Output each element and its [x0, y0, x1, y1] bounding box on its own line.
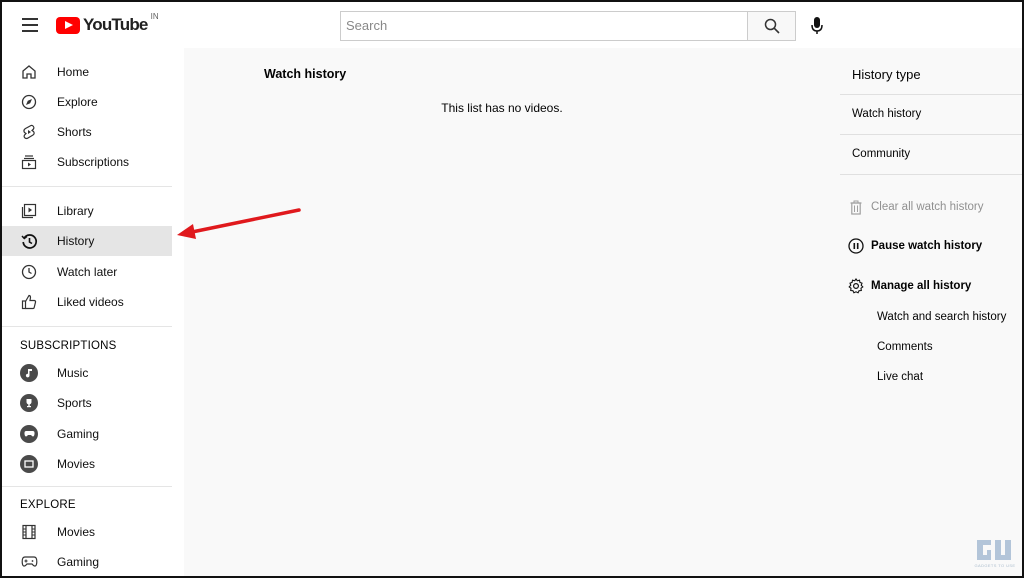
clock-icon	[20, 263, 38, 281]
manage-all-history-button[interactable]: Manage all history	[848, 278, 971, 294]
menu-button[interactable]	[14, 12, 46, 38]
watch-and-search-history-link[interactable]: Watch and search history	[877, 311, 1006, 323]
manage-label: Manage all history	[871, 280, 972, 292]
thumbs-up-icon	[20, 293, 38, 311]
sidebar-item-music[interactable]: Music	[0, 358, 172, 388]
sidebar-item-label: Subscriptions	[57, 155, 130, 169]
sidebar-divider	[0, 186, 172, 187]
search-input[interactable]: Search	[340, 11, 748, 41]
sidebar-item-label: Watch later	[57, 265, 118, 279]
pause-icon	[848, 238, 864, 254]
search-icon	[764, 18, 780, 34]
history-type-community[interactable]: Community	[852, 148, 910, 160]
sidebar-item-movies[interactable]: Movies	[0, 449, 172, 479]
subscriptions-section-title: SUBSCRIPTIONS	[20, 340, 117, 352]
logo-country-code: IN	[150, 11, 159, 21]
library-icon	[20, 202, 38, 220]
sidebar-item-subscriptions[interactable]: Subscriptions	[0, 147, 172, 177]
shorts-icon	[20, 123, 38, 141]
history-type-title: History type	[852, 67, 921, 82]
sidebar-item-explore-movies[interactable]: Movies	[0, 517, 172, 547]
trash-icon	[848, 199, 864, 215]
clear-all-label: Clear all watch history	[871, 201, 984, 213]
sidebar-item-history[interactable]: History	[0, 226, 172, 256]
youtube-play-icon	[56, 16, 80, 34]
sidebar-item-label: Sports	[57, 396, 92, 410]
gadgets-to-use-watermark: GADGETS TO USE	[973, 536, 1017, 572]
youtube-logo[interactable]: YouTube IN	[56, 11, 159, 35]
top-header: YouTube IN Search	[0, 0, 1024, 48]
main-content: Watch history This list has no videos.	[184, 48, 820, 578]
red-arrow-annotation	[177, 208, 301, 239]
sidebar-item-label: Liked videos	[57, 295, 124, 309]
pause-watch-history-button[interactable]: Pause watch history	[848, 238, 982, 254]
panel-divider	[840, 174, 1024, 175]
sidebar-item-label: Library	[57, 204, 94, 218]
sidebar-item-sports[interactable]: Sports	[0, 388, 172, 418]
film-strip-icon	[20, 523, 38, 541]
sidebar-item-shorts[interactable]: Shorts	[0, 117, 172, 147]
gear-icon	[848, 278, 864, 294]
microphone-icon	[811, 17, 823, 34]
sidebar-item-label: Explore	[57, 95, 98, 109]
pause-label: Pause watch history	[871, 240, 983, 252]
sidebar-item-watch-later[interactable]: Watch later	[0, 257, 172, 287]
movies-channel-avatar	[20, 455, 38, 473]
sidebar-item-label: Home	[57, 65, 90, 79]
gaming-channel-avatar	[20, 425, 38, 443]
music-note-icon	[20, 364, 38, 382]
home-icon	[20, 63, 38, 81]
explore-section-title: EXPLORE	[20, 499, 76, 511]
sidebar-item-explore-gaming[interactable]: Gaming	[0, 547, 172, 577]
menu-icon-bar	[22, 24, 38, 26]
panel-divider	[840, 94, 1024, 95]
sidebar-divider	[0, 486, 172, 487]
history-icon	[20, 232, 38, 250]
sidebar-divider	[0, 326, 172, 327]
logo-text: YouTube	[83, 15, 148, 34]
sidebar-item-label: Gaming	[57, 555, 100, 569]
sidebar-item-library[interactable]: Library	[0, 196, 172, 226]
trophy-icon	[20, 394, 38, 412]
watermark-logo	[977, 540, 1011, 560]
comments-link[interactable]: Comments	[877, 341, 933, 353]
sidebar-item-gaming[interactable]: Gaming	[0, 419, 172, 449]
menu-icon-bar	[22, 18, 38, 20]
history-type-watch-history[interactable]: Watch history	[852, 108, 921, 120]
watermark-text: GADGETS TO USE	[974, 563, 1016, 568]
page-title: Watch history	[264, 67, 347, 81]
sidebar-item-liked-videos[interactable]: Liked videos	[0, 287, 172, 317]
history-side-panel: History type Watch history Community Cle…	[820, 48, 1024, 578]
gamepad-icon	[20, 425, 38, 443]
empty-list-message: This list has no videos.	[441, 101, 563, 115]
sidebar-item-label: Movies	[57, 457, 96, 471]
sidebar: Home Explore Shorts Subscriptions Librar…	[0, 48, 184, 578]
sidebar-item-label: Gaming	[57, 427, 100, 441]
music-channel-avatar	[20, 364, 38, 382]
menu-icon-bar	[22, 30, 38, 32]
sidebar-item-label: History	[57, 234, 95, 248]
sidebar-item-explore[interactable]: Explore	[0, 87, 172, 117]
search-button[interactable]	[747, 11, 796, 41]
compass-icon	[20, 93, 38, 111]
sports-channel-avatar	[20, 394, 38, 412]
panel-divider	[840, 134, 1024, 135]
sidebar-item-label: Music	[57, 366, 89, 380]
live-chat-link[interactable]: Live chat	[877, 371, 923, 383]
sidebar-item-label: Movies	[57, 525, 96, 539]
subscriptions-icon	[20, 153, 38, 171]
film-icon	[20, 455, 38, 473]
sidebar-item-label: Shorts	[57, 125, 92, 139]
voice-search-button[interactable]	[806, 14, 828, 38]
sidebar-item-home[interactable]: Home	[0, 57, 172, 87]
clear-all-watch-history-button[interactable]: Clear all watch history	[848, 199, 983, 215]
gamepad-icon	[20, 553, 38, 571]
